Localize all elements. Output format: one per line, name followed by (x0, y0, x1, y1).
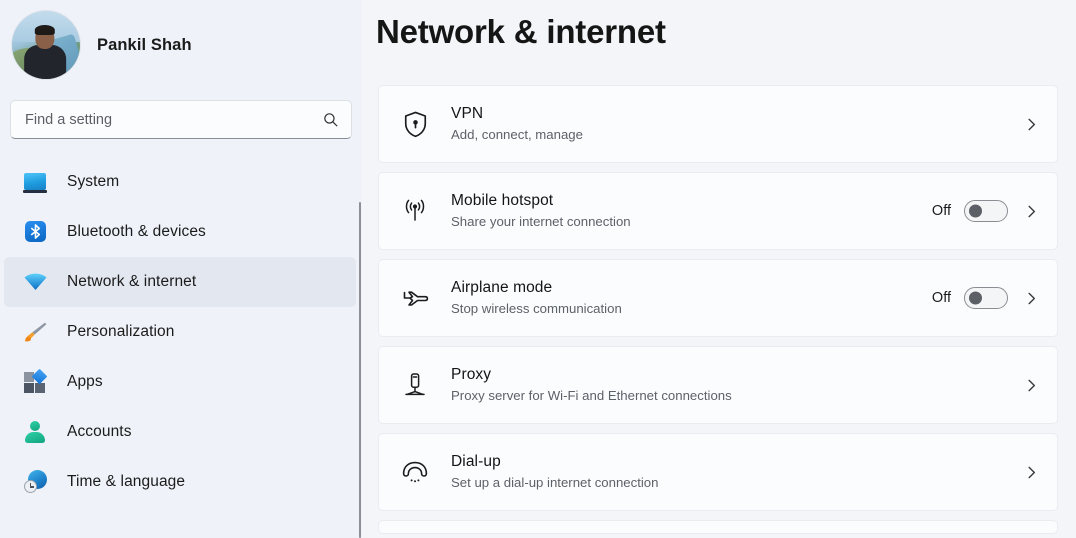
sidebar-item-network-internet[interactable]: Network & internet (4, 257, 356, 307)
sidebar-item-personalization[interactable]: Personalization (4, 307, 356, 357)
card-text: VPN Add, connect, manage (451, 104, 1021, 144)
dialup-phone-icon (400, 457, 430, 487)
sidebar-item-accounts[interactable]: Accounts (4, 407, 356, 457)
search-container (10, 100, 352, 139)
main-content: Network & internet VPN Add, connect, man… (362, 0, 1076, 538)
shield-lock-icon (400, 109, 430, 139)
toggle-state-label: Off (931, 290, 951, 306)
airplane-mode-toggle[interactable] (964, 287, 1008, 309)
toggle-knob (969, 291, 982, 305)
card-subtitle: Stop wireless communication (451, 300, 622, 316)
sidebar-item-system[interactable]: System (4, 157, 356, 207)
hotspot-signal-icon (400, 196, 430, 226)
card-actions (1021, 378, 1039, 393)
chevron-right-icon[interactable] (1024, 378, 1039, 393)
search-input[interactable] (25, 111, 322, 128)
settings-window: Pankil Shah System (0, 0, 1076, 538)
card-title: Dial-up (451, 452, 501, 470)
card-title: Proxy (451, 365, 492, 383)
card-actions (1021, 117, 1039, 132)
card-actions: Off (932, 200, 1039, 222)
card-subtitle: Set up a dial-up internet connection (451, 474, 659, 490)
sidebar-item-label: Bluetooth & devices (67, 223, 206, 240)
sidebar-item-label: Personalization (67, 323, 175, 340)
settings-card-airplane-mode[interactable]: Airplane mode Stop wireless communicatio… (378, 259, 1058, 337)
sidebar-item-apps[interactable]: Apps (4, 357, 356, 407)
card-text: Airplane mode Stop wireless communicatio… (451, 278, 932, 318)
settings-card-vpn[interactable]: VPN Add, connect, manage (378, 85, 1058, 163)
card-text: Dial-up Set up a dial-up internet connec… (451, 452, 1021, 492)
toggle-knob (969, 204, 982, 218)
chevron-right-icon[interactable] (1024, 204, 1039, 219)
search-box[interactable] (10, 100, 352, 139)
card-title: Airplane mode (451, 278, 553, 296)
card-actions: Off (932, 287, 1039, 309)
sidebar-item-label: Network & internet (67, 273, 197, 290)
settings-card-dial-up[interactable]: Dial-up Set up a dial-up internet connec… (378, 433, 1058, 511)
sidebar-item-label: Accounts (67, 423, 132, 440)
card-subtitle: Share your internet connection (451, 213, 631, 229)
sidebar-item-time-language[interactable]: Time & language (4, 457, 356, 507)
toggle-state-label: Off (931, 203, 951, 219)
chevron-right-icon[interactable] (1024, 117, 1039, 132)
settings-card-mobile-hotspot[interactable]: Mobile hotspot Share your internet conne… (378, 172, 1058, 250)
card-title: VPN (451, 104, 484, 122)
card-title: Mobile hotspot (451, 191, 554, 209)
settings-card-proxy[interactable]: Proxy Proxy server for Wi-Fi and Etherne… (378, 346, 1058, 424)
card-text: Proxy Proxy server for Wi-Fi and Etherne… (451, 365, 1021, 405)
system-monitor-icon (23, 170, 48, 194)
account-person-icon (24, 420, 48, 444)
sidebar-item-label: System (67, 173, 120, 190)
globe-clock-icon (24, 470, 48, 494)
bluetooth-icon (24, 220, 48, 244)
profile-name: Pankil Shah (97, 35, 192, 54)
user-profile[interactable]: Pankil Shah (0, 0, 362, 79)
avatar (12, 11, 80, 79)
paintbrush-icon (24, 320, 48, 344)
mobile-hotspot-toggle[interactable] (964, 200, 1008, 222)
apps-icon (24, 368, 48, 394)
sidebar: Pankil Shah System (0, 0, 362, 538)
page-title: Network & internet (376, 13, 666, 50)
card-subtitle: Proxy server for Wi-Fi and Ethernet conn… (451, 387, 732, 403)
network-wifi-icon (24, 270, 48, 294)
proxy-server-icon (400, 370, 430, 400)
settings-card-list: VPN Add, connect, manage Mobile hotspot … (378, 85, 1058, 534)
sidebar-nav: System Bluetooth & devices Network & int… (0, 157, 362, 507)
card-subtitle: Add, connect, manage (451, 126, 583, 142)
sidebar-item-label: Time & language (67, 473, 186, 490)
card-actions (1021, 465, 1039, 480)
sidebar-item-label: Apps (67, 373, 103, 390)
chevron-right-icon[interactable] (1024, 291, 1039, 306)
sidebar-scrollbar[interactable] (359, 202, 361, 538)
sidebar-item-bluetooth-devices[interactable]: Bluetooth & devices (4, 207, 356, 257)
chevron-right-icon[interactable] (1024, 465, 1039, 480)
settings-card-next-partial[interactable] (378, 520, 1058, 534)
search-icon (324, 113, 338, 127)
card-text: Mobile hotspot Share your internet conne… (451, 191, 932, 231)
airplane-icon (400, 283, 430, 313)
